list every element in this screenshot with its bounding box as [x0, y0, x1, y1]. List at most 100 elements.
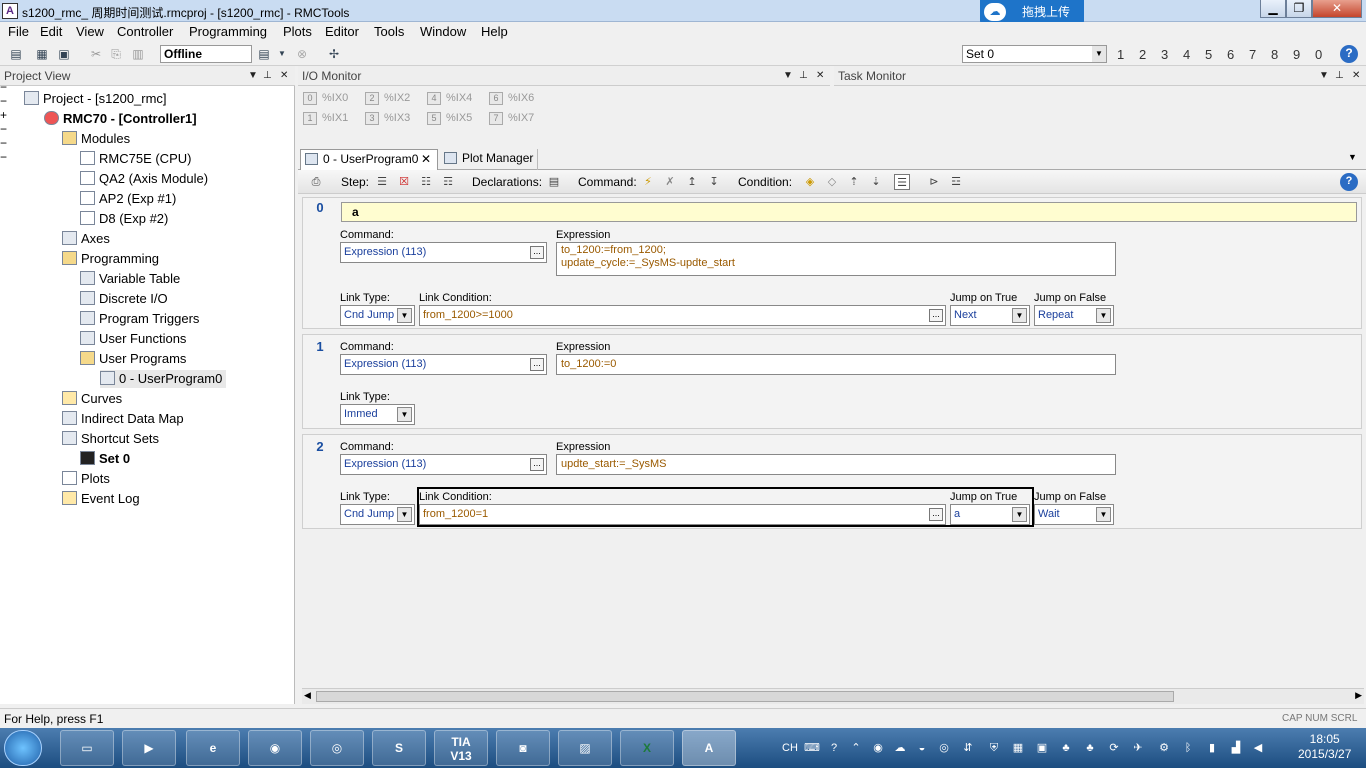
chevron-down-icon[interactable]: ▼ [397, 308, 412, 323]
scroll-left-icon[interactable]: ◀ [304, 690, 311, 701]
collapse-node-icon[interactable]: − [0, 136, 294, 150]
tab-plot-manager[interactable]: Plot Manager [442, 149, 538, 170]
declarations-icon[interactable]: ▤ [546, 174, 562, 190]
wechat-tray-icon[interactable]: ◒ [914, 740, 930, 756]
shortcut-7[interactable]: 7 [1249, 47, 1256, 62]
shortcut-4[interactable]: 4 [1183, 47, 1190, 62]
menu-tools[interactable]: Tools [374, 24, 404, 39]
drive-tray-icon[interactable]: ▣ [1034, 740, 1050, 756]
shortcut-8[interactable]: 8 [1271, 47, 1278, 62]
chevron-down-icon[interactable]: ▼ [397, 407, 412, 422]
grid-tray-icon[interactable]: ▦ [1010, 740, 1026, 756]
tab-close-icon[interactable]: ✕ [421, 150, 431, 169]
step-0[interactable]: 0 a Command: Expression (113)... Express… [302, 197, 1362, 329]
new-condition-icon[interactable]: ◈ [802, 174, 818, 190]
link-type-select[interactable]: Cnd Jump ▼ [340, 305, 415, 326]
panel-close-icon[interactable]: ✕ [280, 66, 288, 86]
bluetooth-icon[interactable]: ᛒ [1180, 740, 1196, 756]
cut-icon[interactable]: ✂ [88, 46, 104, 62]
qq-tray-icon[interactable]: ♣ [1058, 740, 1074, 756]
tree-item[interactable]: Axes [62, 230, 110, 248]
chevron-down-icon[interactable]: ▼ [397, 507, 412, 522]
shield-icon[interactable]: ⛨ [986, 740, 1002, 756]
scroll-right-icon[interactable]: ▶ [1355, 690, 1362, 701]
delete-condition-icon[interactable]: ◇ [824, 174, 840, 190]
jump-false-select[interactable]: Repeat ▼ [1034, 305, 1114, 326]
ie-icon[interactable]: e [186, 730, 240, 766]
menu-controller[interactable]: Controller [117, 24, 173, 39]
horizontal-scrollbar[interactable]: ◀ ▶ [302, 688, 1364, 704]
keyboard-icon[interactable]: ⌨ [804, 740, 820, 756]
jump-true-select[interactable]: Next ▼ [950, 305, 1030, 326]
volume-icon[interactable]: ◀ [1250, 740, 1266, 756]
chevron-down-icon[interactable]: ▼ [1096, 308, 1111, 323]
excel-icon[interactable]: X [620, 730, 674, 766]
menu-window[interactable]: Window [420, 24, 466, 39]
new-command-icon[interactable]: ⚡ [640, 174, 656, 190]
tree-item[interactable]: QA2 (Axis Module) [80, 170, 208, 188]
menu-help[interactable]: Help [481, 24, 508, 39]
link-condition-field[interactable]: from_1200=1... [419, 504, 946, 525]
collapse-icon[interactable]: ☲ [948, 174, 964, 190]
insert-step-icon[interactable]: ☰ [374, 174, 390, 190]
network-tray-icon[interactable]: ⇵ [960, 740, 976, 756]
shortcut-set-select[interactable]: Set 0 ▼ [962, 45, 1107, 63]
panel-close-icon[interactable]: ✕ [816, 66, 824, 86]
jump-true-select[interactable]: a ▼ [950, 504, 1030, 525]
tree-item[interactable]: RMC75E (CPU) [80, 150, 191, 168]
weibo-icon[interactable]: ◉ [248, 730, 302, 766]
shortcut-0[interactable]: 0 [1315, 47, 1322, 62]
sync-tray-icon[interactable]: ⟳ [1106, 740, 1122, 756]
step-2[interactable]: 2 Command: Expression (113)... Expressio… [302, 434, 1362, 529]
cloud-tray-icon[interactable]: ☁ [892, 740, 908, 756]
tree-item[interactable]: Indirect Data Map [62, 410, 184, 428]
paste-icon[interactable]: ▥ [130, 46, 146, 62]
sogou-icon[interactable]: S [372, 730, 426, 766]
tree-item[interactable]: Programming [62, 250, 159, 268]
pin-icon[interactable]: ⊥ [799, 66, 808, 86]
menu-edit[interactable]: Edit [40, 24, 62, 39]
connect-icon[interactable]: ✢ [326, 46, 342, 62]
tree-item[interactable]: Discrete I/O [80, 290, 168, 308]
gear-icon[interactable]: ⚙ [1156, 740, 1172, 756]
expression-field[interactable]: updte_start:=_SysMS [556, 454, 1116, 475]
weibo-tray-icon[interactable]: ◉ [870, 740, 886, 756]
tree-item[interactable]: Variable Table [80, 270, 180, 288]
media-player-icon[interactable]: ▶ [122, 730, 176, 766]
shortcut-1[interactable]: 1 [1117, 47, 1124, 62]
ellipsis-icon[interactable]: ... [929, 309, 943, 322]
tools-tray-icon[interactable]: ✈ [1130, 740, 1146, 756]
mode-dropdown-icon[interactable]: ▼ [274, 46, 290, 62]
move-step-down-icon[interactable]: ☶ [440, 174, 456, 190]
tree-item[interactable]: Plots [62, 470, 110, 488]
command-down-icon[interactable]: ↧ [706, 174, 722, 190]
panel-menu-icon[interactable]: ▼ [783, 66, 793, 86]
tree-item[interactable]: Project - [s1200_rmc] [24, 90, 167, 108]
upload-button[interactable]: ☁ 拖拽上传 [980, 0, 1084, 24]
shortcut-6[interactable]: 6 [1227, 47, 1234, 62]
rmctools-icon[interactable]: A [2, 3, 18, 19]
ellipsis-icon[interactable]: ... [929, 508, 943, 521]
chevron-down-icon[interactable]: ▼ [1092, 46, 1106, 62]
command-field[interactable]: Expression (113)... [340, 242, 547, 263]
io-indicator[interactable]: 3 [365, 112, 379, 125]
tree-item[interactable]: 0 - UserProgram0 [100, 370, 227, 388]
expression-field[interactable]: to_1200:=from_1200; update_cycle:=_SysMS-… [556, 242, 1116, 276]
copy-icon[interactable]: ⎘ [108, 46, 124, 62]
chrome-icon[interactable]: ◎ [310, 730, 364, 766]
shortcut-2[interactable]: 2 [1139, 47, 1146, 62]
menu-programming[interactable]: Programming [189, 24, 267, 39]
chevron-down-icon[interactable]: ▼ [1012, 507, 1027, 522]
pin-icon[interactable]: ⊥ [1335, 66, 1344, 86]
help-tray-icon[interactable]: ? [826, 740, 842, 756]
maximize-button[interactable]: ❐ [1286, 0, 1312, 18]
jump-false-select[interactable]: Wait ▼ [1034, 504, 1114, 525]
tray-expand-icon[interactable]: ⌃ [848, 740, 864, 756]
menu-view[interactable]: View [76, 24, 104, 39]
pin-icon[interactable]: ⊥ [263, 66, 272, 86]
ellipsis-icon[interactable]: ... [530, 458, 544, 471]
qq-tray-icon-2[interactable]: ♣ [1082, 740, 1098, 756]
shortcut-5[interactable]: 5 [1205, 47, 1212, 62]
panel-menu-icon[interactable]: ▼ [1319, 66, 1329, 86]
tab-list-icon[interactable]: ▼ [1348, 152, 1357, 162]
